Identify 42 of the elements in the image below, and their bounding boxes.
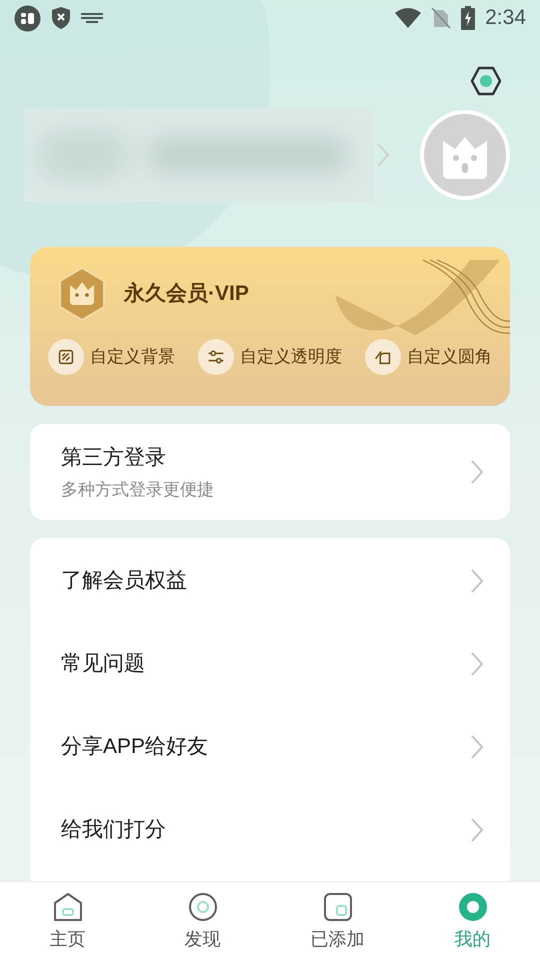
chevron-right-icon xyxy=(470,816,484,842)
menu-label: 分享APP给好友 xyxy=(61,734,208,760)
feature-label[interactable]: 自定义透明度 xyxy=(240,344,342,370)
chevron-right-icon xyxy=(470,459,484,485)
rounded-corner-icon xyxy=(365,339,401,375)
third-party-login-card[interactable]: 第三方登录 多种方式登录更便捷 xyxy=(30,424,510,520)
blurred-username[interactable] xyxy=(24,108,374,202)
ring-icon xyxy=(188,892,218,922)
feature-label[interactable]: 自定义背景 xyxy=(90,344,175,370)
nav-tab[interactable]: 发现 xyxy=(135,882,270,960)
square-icon xyxy=(322,892,352,922)
vip-card[interactable]: 永久会员·VIP 自定义背景 自定义透明度 自定义圆角 xyxy=(30,247,510,406)
settings-button[interactable] xyxy=(470,66,502,96)
app-logo-icon xyxy=(14,4,41,32)
menu-item[interactable]: 给我们打分 xyxy=(30,788,510,871)
no-sim-icon xyxy=(431,7,452,29)
image-frame-icon xyxy=(48,339,84,375)
nav-tab[interactable]: 主页 xyxy=(0,882,135,960)
chevron-right-icon xyxy=(470,650,484,676)
nav-tab[interactable]: 已添加 xyxy=(270,882,405,960)
sliders-icon xyxy=(198,339,234,375)
menu-item[interactable]: 分享APP给好友 xyxy=(30,705,510,788)
chevron-right-icon xyxy=(470,568,484,594)
house-icon xyxy=(52,892,82,922)
menu-item[interactable]: 常见问题 xyxy=(30,622,510,705)
crown-badge-icon xyxy=(58,267,106,321)
profile-dot-icon xyxy=(458,892,488,922)
menu-item[interactable]: 了解会员权益 xyxy=(30,539,510,622)
chevron-right-icon xyxy=(470,734,484,760)
vip-title: 永久会员·VIP xyxy=(124,280,249,308)
shield-icon xyxy=(51,6,71,30)
battery-charging-icon xyxy=(461,6,476,30)
keyboard-icon xyxy=(81,12,103,24)
status-time: 2:34 xyxy=(485,5,526,32)
chevron-right-icon xyxy=(376,142,390,168)
wifi-icon xyxy=(395,8,422,28)
feature-label[interactable]: 自定义圆角 xyxy=(407,344,492,370)
menu-label: 常见问题 xyxy=(61,650,145,677)
menu-label: 给我们打分 xyxy=(61,816,166,843)
menu-label: 了解会员权益 xyxy=(61,568,187,594)
login-title: 第三方登录 xyxy=(61,444,167,470)
login-subtitle: 多种方式登录更便捷 xyxy=(61,479,214,501)
